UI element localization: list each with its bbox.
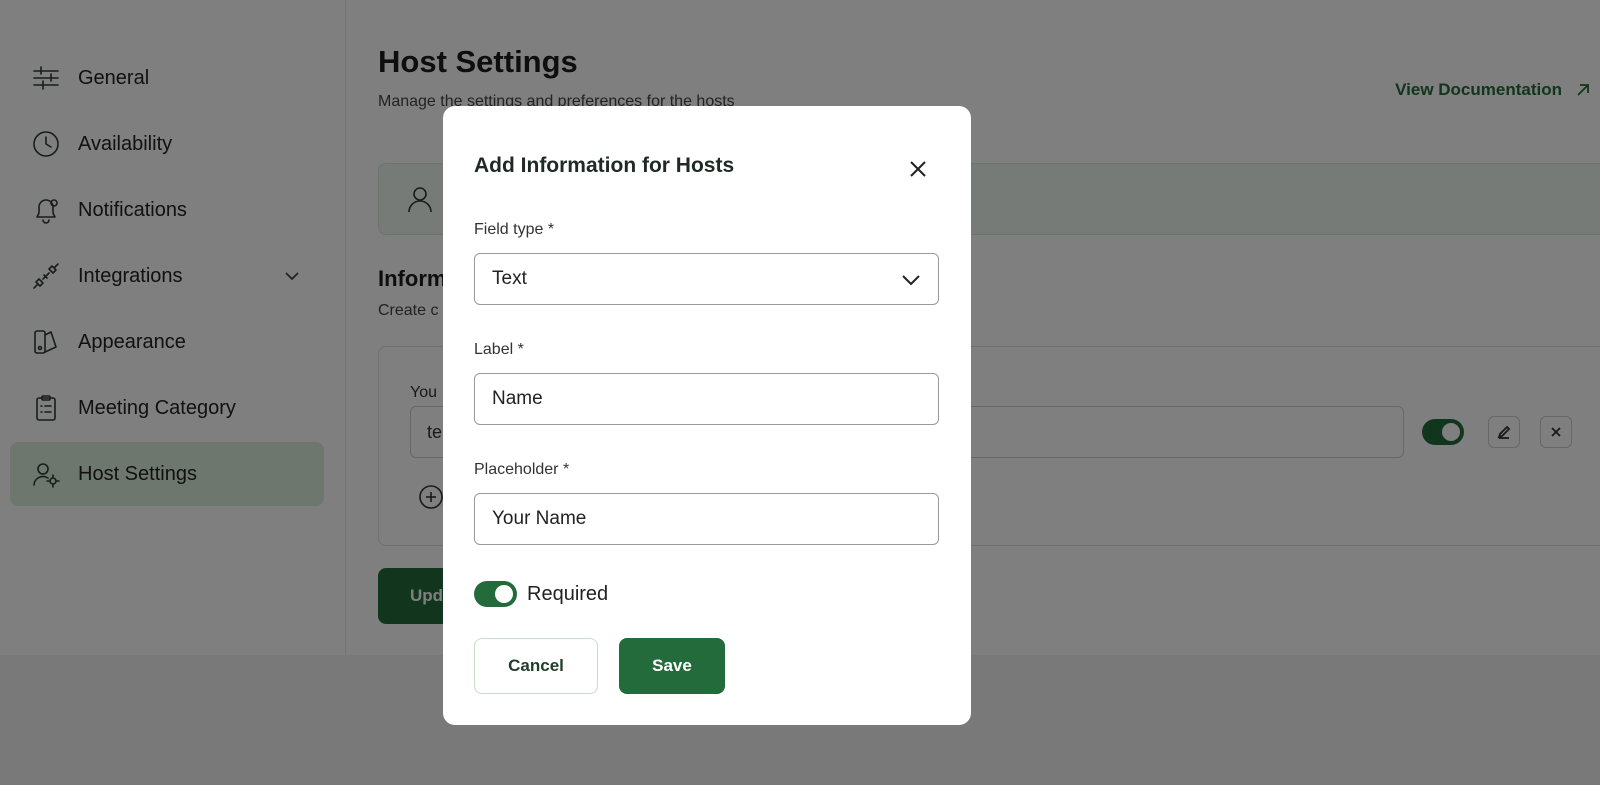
required-label: Required bbox=[527, 583, 609, 605]
close-icon bbox=[910, 161, 926, 177]
close-dialog-button[interactable] bbox=[903, 154, 933, 184]
field-type-select[interactable]: Text bbox=[474, 253, 939, 305]
placeholder-input[interactable] bbox=[474, 493, 939, 545]
label-input[interactable] bbox=[474, 373, 939, 425]
required-toggle[interactable] bbox=[474, 581, 517, 607]
save-button[interactable]: Save bbox=[619, 638, 725, 694]
field-type-value: Text bbox=[492, 268, 527, 289]
chevron-down-icon bbox=[902, 275, 920, 286]
dialog-title: Add Information for Hosts bbox=[474, 154, 735, 177]
cancel-button[interactable]: Cancel bbox=[474, 638, 598, 694]
label-field-label: Label * bbox=[474, 341, 524, 358]
field-type-label: Field type * bbox=[474, 221, 555, 238]
add-information-dialog: Add Information for Hosts Field type * T… bbox=[443, 106, 971, 725]
placeholder-field-label: Placeholder * bbox=[474, 461, 570, 478]
